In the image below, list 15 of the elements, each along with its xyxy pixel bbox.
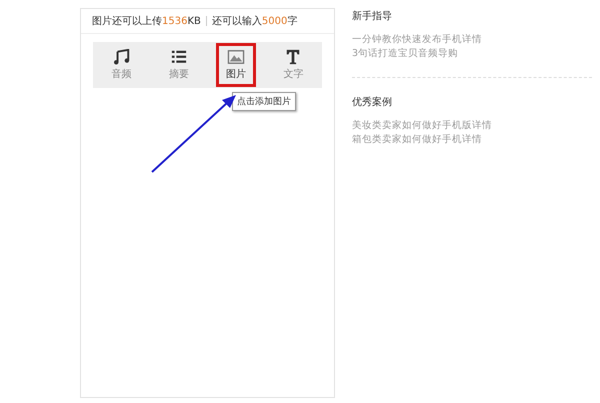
tooltip: 点击添加图片	[232, 92, 296, 111]
tool-button[interactable]: 摘要	[158, 44, 199, 86]
music-note-icon	[112, 49, 131, 65]
quota-text: 图片还可以上传1536KB 还可以输入5000字	[81, 9, 334, 34]
tool-button[interactable]: 音频	[102, 44, 142, 86]
tool-button[interactable]: 图片	[216, 43, 256, 87]
tool-button[interactable]: 文字	[273, 44, 314, 86]
guide-link[interactable]: 箱包类卖家如何做好手机详情	[352, 133, 600, 147]
guide-link[interactable]: 一分钟教你快速发布手机详情	[352, 33, 600, 47]
guide-link[interactable]: 美妆类卖家如何做好手机版详情	[352, 119, 600, 133]
image-icon	[227, 49, 246, 65]
section-title: 新手指导	[352, 10, 393, 23]
section-title: 优秀案例	[352, 96, 393, 109]
list-icon	[170, 49, 188, 65]
guide-link[interactable]: 3句话打造宝贝音频导购	[352, 47, 600, 61]
